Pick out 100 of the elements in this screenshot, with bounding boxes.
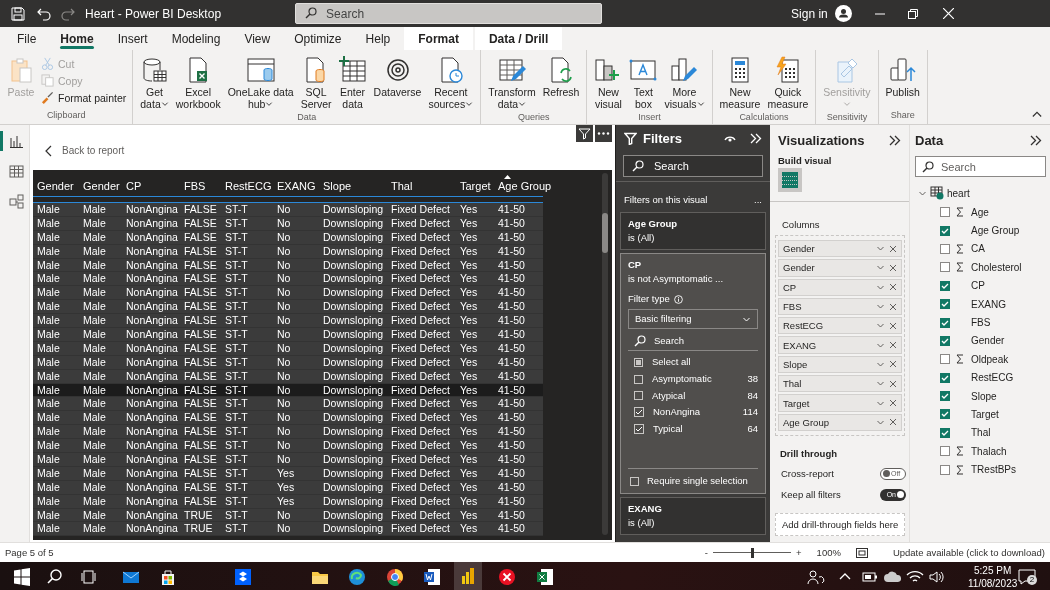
search-field[interactable]: Search	[623, 155, 763, 177]
menu-tab[interactable]: Home	[48, 27, 106, 50]
filter-field[interactable]: Age Group	[628, 217, 758, 231]
checkbox[interactable]	[940, 262, 950, 273]
ribbon-button[interactable]: New visual	[591, 54, 626, 113]
checkbox[interactable]	[940, 464, 950, 475]
checkbox[interactable]	[940, 427, 950, 438]
checkbox[interactable]	[940, 280, 950, 291]
field-well[interactable]: EXANG	[778, 336, 902, 354]
field-name[interactable]: FBS	[971, 317, 991, 329]
field-name[interactable]: Slope	[971, 390, 997, 402]
field-well[interactable]: FBS	[778, 297, 902, 316]
ribbon-button[interactable]: Text box	[626, 54, 661, 113]
checkbox[interactable]	[940, 335, 950, 346]
field-name[interactable]: Age Group	[971, 225, 1020, 237]
taskbar-button[interactable]	[454, 562, 482, 590]
option-label[interactable]: Select all	[652, 355, 758, 370]
restore-icon[interactable]	[907, 8, 918, 19]
filter-icon[interactable]	[576, 125, 593, 142]
notification-icon[interactable]	[1018, 569, 1036, 585]
field-well[interactable]: CP	[778, 278, 902, 296]
field-well[interactable]: RestECG	[778, 317, 902, 335]
field-name[interactable]: CA	[971, 243, 985, 255]
checkbox[interactable]	[630, 476, 639, 486]
column-header[interactable]: Gender	[33, 175, 79, 193]
ribbon-button[interactable]: Recent sources	[425, 54, 477, 113]
column-header[interactable]: Age Group	[494, 175, 553, 193]
menu-tab[interactable]: Format	[404, 27, 473, 50]
filter-field[interactable]: EXANG	[628, 502, 758, 516]
drop-zone[interactable]: Add drill-through fields here	[775, 512, 905, 536]
search-field[interactable]: Search	[915, 156, 1046, 177]
collapse-pane-icon[interactable]	[1030, 135, 1042, 146]
column-header[interactable]: Gender	[79, 175, 122, 193]
remove-icon[interactable]	[889, 399, 897, 407]
ribbon-button[interactable]: SQL Server	[297, 54, 335, 113]
field-name[interactable]: CP	[971, 280, 985, 292]
checkbox[interactable]	[940, 446, 950, 457]
field-name[interactable]: RestECG	[971, 372, 1014, 384]
field-well[interactable]: Slope	[778, 355, 902, 374]
filter-field[interactable]: CP	[628, 258, 758, 272]
checkbox[interactable]	[940, 243, 950, 254]
checkbox[interactable]	[940, 409, 950, 420]
menu-tab[interactable]: Data / Drill	[474, 27, 563, 50]
close-icon[interactable]	[942, 8, 954, 19]
option-label[interactable]: Typical	[653, 422, 748, 437]
checkbox[interactable]	[940, 225, 950, 236]
ribbon-button[interactable]: Format painter	[39, 90, 129, 105]
column-header[interactable]: EXANG	[273, 175, 319, 193]
more-options-button[interactable]: ...	[754, 194, 762, 205]
field-name[interactable]: Target	[971, 409, 999, 420]
field-name[interactable]: Age	[971, 206, 989, 218]
ribbon-button[interactable]: More visuals	[661, 54, 708, 113]
menu-tab[interactable]: File	[5, 27, 49, 50]
back-chevron-icon[interactable]	[45, 144, 52, 157]
field-well[interactable]: Thal	[778, 375, 902, 393]
ribbon-button[interactable]: Quick measure	[764, 54, 812, 112]
scrollbar[interactable]	[602, 173, 608, 535]
ribbon-button[interactable]: OneLake data hub	[224, 54, 297, 113]
column-header[interactable]: CP	[122, 175, 180, 193]
avatar-icon[interactable]	[834, 5, 852, 22]
column-header[interactable]: RestECG	[221, 175, 273, 193]
menu-tab[interactable]: Help	[353, 27, 403, 50]
column-header[interactable]: Target	[456, 175, 494, 193]
person-icon[interactable]	[805, 567, 825, 587]
field-well[interactable]: Gender	[778, 240, 902, 258]
checkbox[interactable]	[940, 391, 950, 402]
filter-card[interactable]: Age Group is (All)	[620, 212, 766, 250]
checkbox[interactable]	[634, 424, 644, 435]
checkbox[interactable]	[634, 357, 643, 367]
start-icon[interactable]	[12, 567, 32, 587]
remove-icon[interactable]	[889, 360, 897, 369]
search-field[interactable]: Search	[628, 331, 758, 351]
table-visual-icon[interactable]	[778, 168, 802, 192]
filter-type-dropdown[interactable]: Basic filtering	[628, 309, 758, 329]
remove-icon[interactable]	[889, 263, 897, 272]
field-well[interactable]: Target	[778, 394, 902, 412]
ribbon-button[interactable]: New measure	[716, 54, 764, 112]
column-header[interactable]: Slope	[319, 175, 387, 193]
remove-icon[interactable]	[889, 244, 897, 253]
field-name[interactable]: Thalach	[971, 445, 1007, 457]
zoom-out-button[interactable]: -	[704, 547, 709, 558]
field-well[interactable]: Gender	[778, 259, 902, 277]
checkbox[interactable]	[940, 317, 950, 328]
option-label[interactable]: NonAngina	[653, 405, 743, 420]
field-name[interactable]: EXANG	[971, 298, 1006, 310]
ribbon-button[interactable]: Enter data	[335, 54, 370, 113]
remove-icon[interactable]	[889, 283, 897, 292]
column-header[interactable]: Thal	[387, 175, 456, 193]
collapse-icon[interactable]	[1032, 110, 1042, 118]
remove-icon[interactable]	[889, 379, 897, 388]
column-header[interactable]: FBS	[180, 175, 221, 193]
remove-icon[interactable]	[889, 418, 897, 427]
ribbon-button[interactable]: Excel workbook	[172, 54, 224, 113]
field-name[interactable]: Thal	[971, 427, 991, 439]
sign-in-link[interactable]: Sign in	[791, 6, 828, 21]
checkbox[interactable]	[634, 391, 643, 401]
collapse-pane-icon[interactable]	[889, 135, 901, 146]
field-name[interactable]: Oldpeak	[971, 353, 1009, 365]
back-link[interactable]: Back to report	[62, 145, 125, 156]
zoom-in-button[interactable]: +	[796, 547, 802, 558]
